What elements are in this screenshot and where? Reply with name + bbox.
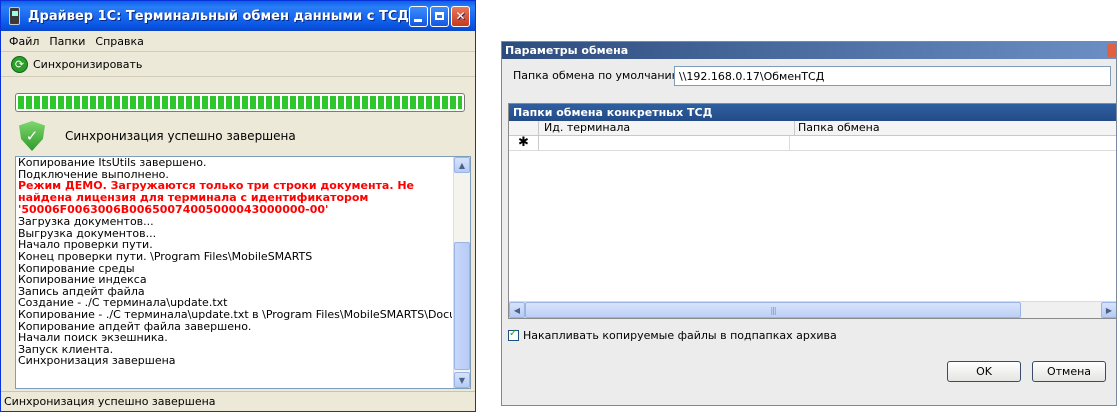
maximize-icon xyxy=(434,12,444,20)
scroll-left-button[interactable]: ◀ xyxy=(509,302,525,318)
grip-icon: ||| xyxy=(770,305,776,315)
params-title: Параметры обмена xyxy=(505,44,629,57)
cell-terminal-id[interactable] xyxy=(539,136,790,150)
grid-hscrollbar[interactable]: ◀ ||| ▶ xyxy=(509,301,1116,318)
progress-fill xyxy=(18,96,462,109)
log-line: Копирование индекса xyxy=(18,273,147,287)
new-row-icon: ✱ xyxy=(509,136,539,150)
scroll-thumb[interactable] xyxy=(454,242,470,370)
status-message: Синхронизация успешно завершена xyxy=(65,129,296,143)
chevron-right-icon: ▶ xyxy=(1105,305,1113,315)
main-titlebar[interactable]: Драйвер 1С: Терминальный обмен данными с… xyxy=(1,1,475,31)
ok-button[interactable]: OK xyxy=(947,361,1021,382)
default-folder-label: Папка обмена по умолчанию: xyxy=(513,69,685,82)
log-line: Синхронизация завершена xyxy=(18,354,176,368)
cell-exchange-folder[interactable] xyxy=(790,136,1116,150)
status-bar-text: Синхронизация успешно завершена xyxy=(4,395,216,408)
log-line: Начали поиск экзешника. xyxy=(18,331,168,345)
close-button[interactable]: ✕ xyxy=(450,5,470,27)
sync-icon[interactable]: ⟳ xyxy=(11,55,28,73)
sync-button[interactable]: Синхронизировать xyxy=(33,58,142,71)
toolbar: ⟳ Синхронизировать xyxy=(1,52,475,77)
grid-title: Папки обмена конкретных ТСД xyxy=(509,104,1116,121)
log-lines: Копирование ItsUtils завершено. Подключе… xyxy=(18,157,452,388)
hscroll-thumb[interactable]: ||| xyxy=(525,302,1021,318)
main-window-title: Драйвер 1С: Терминальный обмен данными с… xyxy=(27,8,409,24)
log-line: Конец проверки пути. \Program Files\Mobi… xyxy=(18,249,313,263)
pda-app-icon xyxy=(9,7,20,25)
terminal-folders-grid: Папки обмена конкретных ТСД Ид. терминал… xyxy=(508,103,1116,319)
status-bar: Синхронизация успешно завершена xyxy=(1,391,475,411)
log-error-line: Режим ДЕМО. Загружаются только три строк… xyxy=(18,179,415,217)
default-folder-row: Папка обмена по умолчанию: xyxy=(513,66,1111,86)
params-dialog: Параметры обмена Папка обмена по умолчан… xyxy=(501,41,1117,406)
shield-check-icon: ✓ xyxy=(19,121,45,151)
log-box[interactable]: Копирование ItsUtils завершено. Подключе… xyxy=(15,156,471,389)
menu-folders[interactable]: Папки xyxy=(45,35,91,48)
minimize-button[interactable] xyxy=(408,5,428,27)
grid-column-headers: Ид. терминала Папка обмена xyxy=(509,121,1116,136)
status-row: ✓ Синхронизация успешно завершена xyxy=(19,121,296,151)
scroll-up-button[interactable]: ▲ xyxy=(454,157,470,173)
menu-bar: Файл Папки Справка xyxy=(1,31,475,52)
menu-help[interactable]: Справка xyxy=(91,35,149,48)
minimize-icon xyxy=(414,18,423,22)
menu-file[interactable]: Файл xyxy=(5,35,45,48)
chevron-down-icon: ▼ xyxy=(458,375,466,385)
accumulate-checkbox[interactable] xyxy=(508,328,519,341)
main-window: Драйвер 1С: Терминальный обмен данными с… xyxy=(0,0,476,412)
maximize-button[interactable] xyxy=(429,5,449,27)
column-header-terminal-id[interactable]: Ид. терминала xyxy=(539,121,795,135)
chevron-left-icon: ◀ xyxy=(513,305,521,315)
cancel-button[interactable]: Отмена xyxy=(1032,361,1106,382)
log-line: Копирование - ./С терминала\update.txt в… xyxy=(18,307,452,321)
column-header-exchange-folder[interactable]: Папка обмена xyxy=(795,121,1116,135)
log-line: Копирование ItsUtils завершено. xyxy=(18,157,207,169)
chevron-up-icon: ▲ xyxy=(458,160,466,170)
params-titlebar[interactable]: Параметры обмена xyxy=(502,42,1116,59)
sync-progress-bar xyxy=(15,93,465,112)
accumulate-row[interactable]: Накапливать копируемые файлы в подпапках… xyxy=(508,328,837,342)
params-close-button[interactable] xyxy=(1107,44,1116,57)
accumulate-label[interactable]: Накапливать копируемые файлы в подпапках… xyxy=(523,329,837,342)
scroll-right-button[interactable]: ▶ xyxy=(1101,302,1116,318)
scroll-down-button[interactable]: ▼ xyxy=(454,372,470,388)
row-header-corner xyxy=(509,121,539,135)
default-folder-input[interactable] xyxy=(674,66,1111,86)
log-scrollbar[interactable]: ▲ ▼ xyxy=(453,157,470,388)
close-icon: ✕ xyxy=(455,9,466,23)
grid-new-row[interactable]: ✱ xyxy=(509,136,1116,151)
